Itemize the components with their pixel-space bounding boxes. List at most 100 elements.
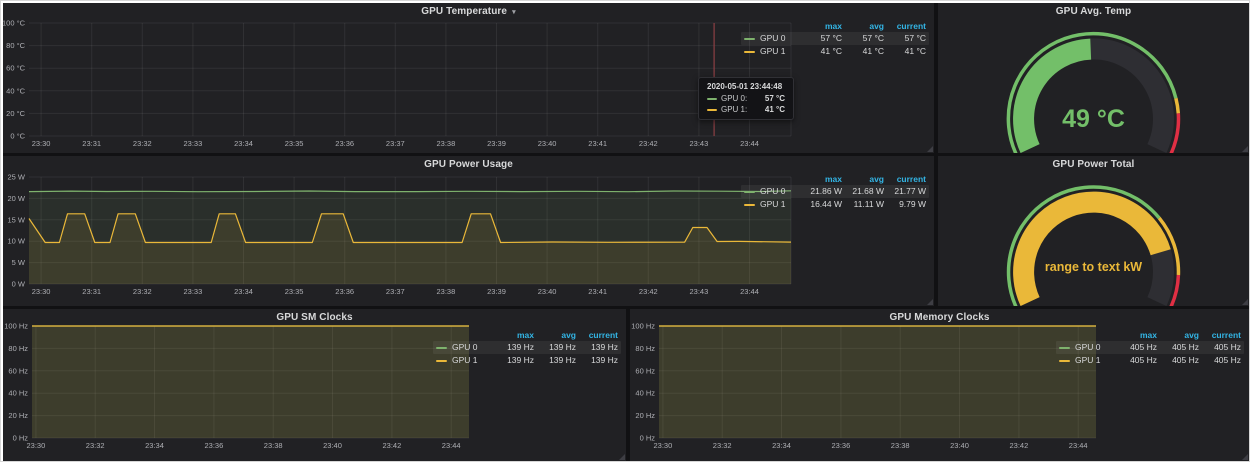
legend-value: 16.44 W bbox=[800, 200, 842, 209]
panel-resize-handle[interactable] bbox=[927, 299, 933, 305]
x-tick-label: 23:32 bbox=[133, 287, 152, 296]
x-tick-label: 23:37 bbox=[386, 139, 405, 148]
legend-header-row: maxavgcurrent bbox=[741, 173, 929, 185]
panel-header-gpu-memory-clocks[interactable]: GPU Memory Clocks bbox=[630, 309, 1249, 326]
panel-resize-handle[interactable] bbox=[619, 454, 625, 460]
y-tick-label: 20 Hz bbox=[635, 411, 655, 420]
x-tick-label: 23:37 bbox=[386, 287, 405, 296]
legend-column-header[interactable]: avg bbox=[534, 331, 576, 340]
y-tick-label: 0 °C bbox=[10, 132, 25, 141]
x-tick-label: 23:33 bbox=[184, 287, 203, 296]
legend-value: 405 Hz bbox=[1157, 343, 1199, 352]
x-tick-label: 23:30 bbox=[32, 287, 51, 296]
tooltip-series-name: GPU 1: bbox=[721, 105, 747, 114]
y-tick-label: 60 Hz bbox=[635, 366, 655, 375]
legend-row: GPU 0405 Hz405 Hz405 Hz bbox=[1056, 341, 1244, 354]
series-area-fill bbox=[32, 326, 469, 438]
legend-value: 139 Hz bbox=[492, 356, 534, 365]
y-tick-label: 20 °C bbox=[6, 109, 25, 118]
legend-series-color bbox=[744, 204, 755, 206]
x-tick-label: 23:38 bbox=[264, 441, 283, 450]
tooltip-series-value: 57 °C bbox=[765, 94, 785, 103]
legend-value: 57 °C bbox=[842, 34, 884, 43]
legend-series-name: GPU 0 bbox=[452, 343, 478, 352]
panel-resize-handle[interactable] bbox=[1242, 299, 1248, 305]
panel-title-text: GPU Temperature bbox=[421, 6, 507, 17]
gpu-memory-clocks-legend: maxavgcurrentGPU 0405 Hz405 Hz405 HzGPU … bbox=[1056, 329, 1244, 367]
legend-column-header[interactable]: max bbox=[1115, 331, 1157, 340]
legend-series-toggle[interactable]: GPU 1 bbox=[1059, 356, 1115, 365]
x-tick-label: 23:34 bbox=[772, 441, 791, 450]
legend-column-header[interactable]: max bbox=[800, 175, 842, 184]
x-tick-label: 23:38 bbox=[891, 441, 910, 450]
y-tick-label: 40 Hz bbox=[8, 389, 28, 398]
panel-title-text: GPU Power Usage bbox=[424, 159, 513, 170]
gauge-value-text: 49 °C bbox=[938, 105, 1249, 134]
legend-series-toggle[interactable]: GPU 1 bbox=[744, 47, 800, 56]
legend-value: 405 Hz bbox=[1157, 356, 1199, 365]
x-tick-label: 23:30 bbox=[654, 441, 673, 450]
legend-row: GPU 1139 Hz139 Hz139 Hz bbox=[433, 354, 621, 367]
x-tick-label: 23:38 bbox=[437, 287, 456, 296]
panel-gpu-memory-clocks: GPU Memory Clocks 23:3023:3223:3423:3623… bbox=[630, 309, 1249, 461]
legend-value: 21.77 W bbox=[884, 187, 926, 196]
legend-series-toggle[interactable]: GPU 0 bbox=[436, 343, 492, 352]
panel-resize-handle[interactable] bbox=[1242, 454, 1248, 460]
legend-series-toggle[interactable]: GPU 1 bbox=[436, 356, 492, 365]
chevron-down-icon: ▾ bbox=[512, 8, 516, 16]
legend-header-row: maxavgcurrent bbox=[1056, 329, 1244, 341]
x-tick-label: 23:30 bbox=[27, 441, 46, 450]
legend-series-color bbox=[744, 38, 755, 40]
legend-series-toggle[interactable]: GPU 0 bbox=[744, 187, 800, 196]
panel-header-gpu-power-total[interactable]: GPU Power Total bbox=[938, 156, 1249, 173]
y-tick-label: 80 Hz bbox=[8, 344, 28, 353]
legend-series-name: GPU 1 bbox=[1075, 356, 1101, 365]
x-tick-label: 23:35 bbox=[285, 287, 304, 296]
series-color-dash bbox=[707, 109, 717, 111]
y-tick-label: 0 W bbox=[12, 280, 26, 289]
panel-header-gpu-power-usage[interactable]: GPU Power Usage bbox=[3, 156, 934, 173]
panel-header-gpu-temperature[interactable]: GPU Temperature ▾ bbox=[3, 3, 934, 20]
legend-column-header[interactable]: current bbox=[1199, 331, 1241, 340]
legend-header-row: maxavgcurrent bbox=[741, 20, 929, 32]
y-tick-label: 20 W bbox=[7, 194, 25, 203]
legend-column-header[interactable]: current bbox=[884, 22, 926, 31]
legend-value: 41 °C bbox=[800, 47, 842, 56]
legend-column-header[interactable]: max bbox=[492, 331, 534, 340]
y-tick-label: 40 °C bbox=[6, 86, 25, 95]
legend-value: 405 Hz bbox=[1115, 356, 1157, 365]
tooltip-timestamp: 2020-05-01 23:44:48 bbox=[707, 82, 785, 91]
panel-header-gpu-sm-clocks[interactable]: GPU SM Clocks bbox=[3, 309, 626, 326]
legend-column-header[interactable]: avg bbox=[1157, 331, 1199, 340]
legend-series-color bbox=[436, 360, 447, 362]
legend-column-header[interactable]: avg bbox=[842, 175, 884, 184]
x-tick-label: 23:36 bbox=[335, 287, 354, 296]
legend-series-name: GPU 0 bbox=[760, 34, 786, 43]
legend-series-toggle[interactable]: GPU 1 bbox=[744, 200, 800, 209]
tooltip-series-value: 41 °C bbox=[765, 105, 785, 114]
panel-resize-handle[interactable] bbox=[1242, 146, 1248, 152]
x-tick-label: 23:41 bbox=[588, 139, 607, 148]
panel-gpu-avg-temp: GPU Avg. Temp 49 °C bbox=[938, 3, 1249, 153]
legend-value: 405 Hz bbox=[1199, 356, 1241, 365]
panel-header-gpu-avg-temp[interactable]: GPU Avg. Temp bbox=[938, 3, 1249, 20]
x-tick-label: 23:40 bbox=[950, 441, 969, 450]
legend-column-header[interactable]: current bbox=[884, 175, 926, 184]
x-tick-label: 23:39 bbox=[487, 139, 506, 148]
legend-column-header[interactable]: current bbox=[576, 331, 618, 340]
legend-series-toggle[interactable]: GPU 0 bbox=[744, 34, 800, 43]
legend-value: 21.86 W bbox=[800, 187, 842, 196]
panel-title-text: GPU Power Total bbox=[1053, 159, 1135, 170]
x-tick-label: 23:40 bbox=[538, 139, 557, 148]
y-tick-label: 25 W bbox=[7, 173, 25, 182]
legend-row: GPU 116.44 W11.11 W9.79 W bbox=[741, 198, 929, 211]
legend-column-header[interactable]: avg bbox=[842, 22, 884, 31]
legend-series-name: GPU 1 bbox=[760, 200, 786, 209]
legend-value: 11.11 W bbox=[842, 200, 884, 209]
panel-resize-handle[interactable] bbox=[927, 146, 933, 152]
legend-series-toggle[interactable]: GPU 0 bbox=[1059, 343, 1115, 352]
legend-column-header[interactable]: max bbox=[800, 22, 842, 31]
x-tick-label: 23:44 bbox=[740, 139, 759, 148]
x-tick-label: 23:36 bbox=[335, 139, 354, 148]
legend-series-color bbox=[1059, 360, 1070, 362]
